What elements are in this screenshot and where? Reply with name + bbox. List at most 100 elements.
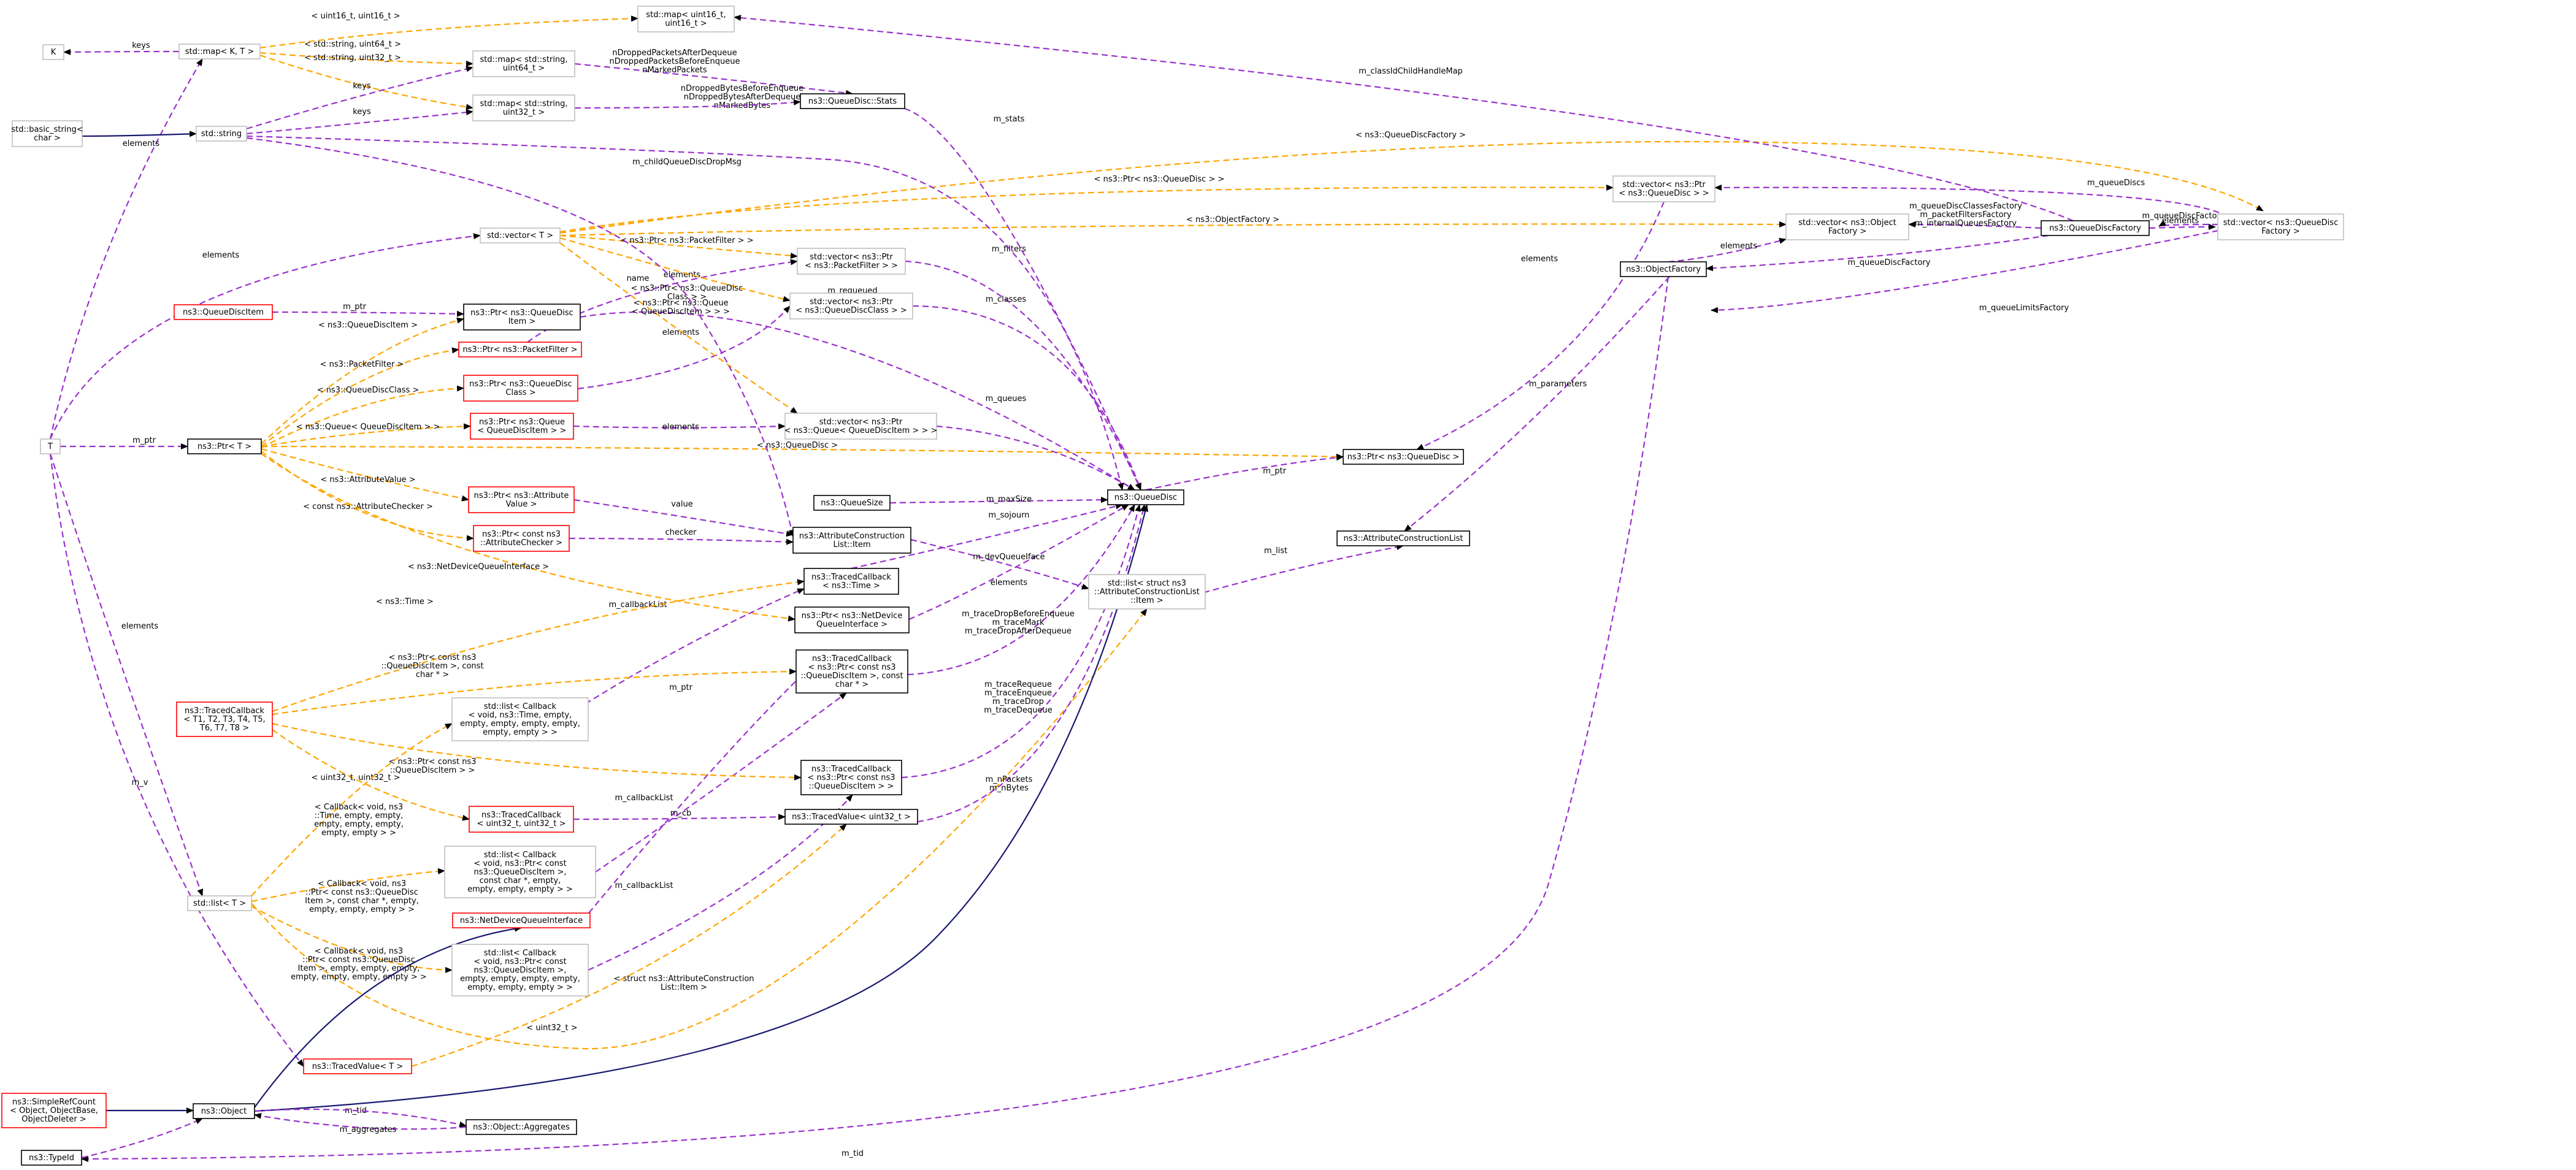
edge-T-to-mapkt bbox=[49, 58, 203, 440]
edge-label: value bbox=[671, 500, 693, 509]
node-vpqdc[interactable]: std::vector< ns3::Ptr< ns3::QueueDiscCla… bbox=[789, 292, 913, 319]
edge-label: ::Ptr< const ns3::QueueDisc bbox=[302, 955, 415, 965]
edge-pqdc-to-vpqdc bbox=[577, 305, 791, 390]
node-tvu32[interactable]: ns3::TracedValue< uint32_t > bbox=[784, 809, 918, 825]
node-label: ns3::QueueDisc::Stats bbox=[808, 97, 897, 106]
node-label: ns3::Ptr< ns3::QueueDisc > bbox=[1347, 453, 1460, 462]
node-pqdc[interactable]: ns3::Ptr< ns3::QueueDiscClass > bbox=[463, 375, 578, 402]
node-pqdi[interactable]: ns3::Ptr< ns3::QueueDiscItem > bbox=[463, 304, 581, 331]
edge-label: < ns3::QueueDiscFactory > bbox=[1355, 131, 1466, 140]
node-bstr[interactable]: std::basic_string<char > bbox=[11, 120, 83, 147]
node-label: Value > bbox=[506, 500, 537, 509]
node-label: std::list< T > bbox=[193, 899, 246, 908]
edge-label: keys bbox=[353, 82, 371, 91]
node-label: ns3::Ptr< ns3::Queue bbox=[479, 418, 565, 427]
node-label: ns3::TracedCallback bbox=[481, 811, 561, 820]
node-label: uint16_t > bbox=[665, 19, 707, 28]
node-vT[interactable]: std::vector< T > bbox=[480, 228, 561, 243]
node-label: ns3::QueueDiscFactory bbox=[2049, 224, 2141, 233]
edge-label: m_list bbox=[1264, 546, 1287, 556]
node-pq[interactable]: ns3::Ptr< ns3::Queue< QueueDiscItem > > bbox=[470, 413, 574, 440]
node-maps32[interactable]: std::map< std::string,uint32_t > bbox=[472, 94, 575, 121]
node-tctime[interactable]: ns3::TracedCallback< ns3::Time > bbox=[803, 568, 899, 595]
edge-label: < ns3::QueueDiscClass > bbox=[317, 386, 420, 395]
node-mapu16[interactable]: std::map< uint16_t,uint16_t > bbox=[637, 6, 735, 32]
edge-vT-to-vof bbox=[559, 221, 1787, 237]
node-label: ns3::TracedValue< T > bbox=[312, 1062, 403, 1071]
node-label: ns3::SimpleRefCount bbox=[12, 1098, 96, 1107]
node-lcbpq[interactable]: std::list< Callback< void, ns3::Ptr< con… bbox=[451, 944, 589, 996]
edge-tid-to-of bbox=[81, 276, 1669, 1162]
edge-label: < ns3::NetDeviceQueueInterface > bbox=[408, 562, 549, 572]
node-tvT[interactable]: ns3::TracedValue< T > bbox=[303, 1058, 412, 1074]
node-label: < void, ns3::Ptr< const bbox=[473, 859, 566, 868]
node-acl[interactable]: ns3::AttributeConstructionList bbox=[1336, 530, 1470, 546]
edge-label: m_stats bbox=[994, 115, 1025, 124]
edge-label: m_maxSize bbox=[986, 495, 1032, 504]
node-str[interactable]: std::string bbox=[196, 126, 247, 142]
node-label: ::QueueDiscItem >, const bbox=[800, 671, 903, 681]
node-ptrT[interactable]: ns3::Ptr< T > bbox=[187, 438, 262, 454]
node-mapkt[interactable]: std::map< K, T > bbox=[178, 44, 261, 59]
node-obj[interactable]: ns3::Object bbox=[193, 1103, 255, 1119]
edge-str-to-maps64 bbox=[246, 66, 473, 130]
node-vpq[interactable]: std::vector< ns3::Ptr< ns3::Queue< Queue… bbox=[784, 413, 938, 440]
edge-T-to-tvT bbox=[49, 453, 304, 1067]
node-pndqi[interactable]: ns3::Ptr< ns3::NetDeviceQueueInterface > bbox=[794, 606, 910, 633]
edge-label: < std::string, uint32_t > bbox=[304, 53, 401, 63]
node-tc8[interactable]: ns3::TracedCallback< T1, T2, T3, T4, T5,… bbox=[176, 702, 273, 737]
edge-label: < ns3::Ptr< ns3::QueueDisc > > bbox=[1094, 175, 1225, 184]
node-tid[interactable]: ns3::TypeId bbox=[21, 1150, 82, 1166]
node-ndqi[interactable]: ns3::NetDeviceQueueInterface bbox=[452, 912, 591, 928]
node-acli[interactable]: ns3::AttributeConstructionList::Item bbox=[792, 527, 911, 554]
edge-label: nDroppedBytesAfterDequeue bbox=[684, 93, 800, 102]
node-pac[interactable]: ns3::Ptr< const ns3::AttributeChecker > bbox=[473, 525, 570, 552]
node-vpqd[interactable]: std::vector< ns3::Ptr< ns3::QueueDisc > … bbox=[1612, 175, 1715, 202]
collaboration-diagram: m_queueDiscs m_queueDiscFactory m_queueLim… bbox=[1, 6, 2344, 1166]
node-label: empty, empty, empty > > bbox=[467, 983, 573, 992]
node-pqd[interactable]: ns3::Ptr< ns3::QueueDisc > bbox=[1343, 449, 1464, 465]
edge-label: m_queueDiscs bbox=[2087, 178, 2145, 188]
node-label: std::vector< ns3::Ptr bbox=[1622, 180, 1706, 189]
node-stats[interactable]: ns3::QueueDisc::Stats bbox=[800, 93, 905, 109]
node-tcpq3[interactable]: ns3::TracedCallback< ns3::Ptr< const ns3… bbox=[795, 649, 908, 694]
node-pav[interactable]: ns3::Ptr< ns3::AttributeValue > bbox=[468, 486, 575, 513]
edge-label: < ns3::Ptr< const ns3 bbox=[389, 653, 477, 662]
node-label: std::map< uint16_t, bbox=[646, 10, 726, 20]
node-qdf[interactable]: ns3::QueueDiscFactory bbox=[2041, 220, 2150, 236]
node-qsize[interactable]: ns3::QueueSize bbox=[813, 495, 891, 511]
edge-label: m_queueDiscClassesFactory bbox=[1909, 202, 2022, 211]
edge-label: m_ptr bbox=[1263, 467, 1287, 476]
node-qd[interactable]: ns3::QueueDisc bbox=[1107, 489, 1184, 505]
node-lcbtime[interactable]: std::list< Callback< void, ns3::Time, em… bbox=[451, 697, 589, 741]
node-label: QueueInterface > bbox=[816, 620, 887, 629]
edge-label: < ns3::AttributeValue > bbox=[320, 475, 415, 484]
node-lcbpq3[interactable]: std::list< Callback< void, ns3::Ptr< con… bbox=[444, 846, 596, 898]
node-tcpq[interactable]: ns3::TracedCallback< ns3::Ptr< const ns3… bbox=[800, 760, 902, 795]
node-lacli[interactable]: std::list< struct ns3::AttributeConstruc… bbox=[1088, 574, 1206, 610]
edge-label: m_traceEnqueue bbox=[984, 689, 1052, 698]
edge-label: empty, empty, empty > > bbox=[309, 905, 415, 914]
node-of[interactable]: ns3::ObjectFactory bbox=[1620, 261, 1707, 277]
node-label: empty, empty > > bbox=[483, 728, 558, 737]
node-vof[interactable]: std::vector< ns3::ObjectFactory > bbox=[1785, 213, 1909, 240]
node-label: const char *, empty, bbox=[480, 876, 561, 885]
edge-vpq-to-qd bbox=[936, 425, 1135, 491]
node-label: ObjectDeleter > bbox=[21, 1115, 86, 1124]
node-vqdf[interactable]: std::vector< ns3::QueueDiscFactory > bbox=[2217, 213, 2344, 240]
node-tcu32[interactable]: ns3::TracedCallback< uint32_t, uint32_t … bbox=[469, 806, 574, 833]
node-ppf[interactable]: ns3::Ptr< ns3::PacketFilter > bbox=[458, 342, 582, 358]
node-vppf[interactable]: std::vector< ns3::Ptr< ns3::PacketFilter… bbox=[797, 248, 906, 275]
edge-label: m_traceDequeue bbox=[984, 706, 1052, 715]
edge-vpqdc-to-qd bbox=[912, 305, 1142, 491]
edge-ndqi-to-pndqi bbox=[588, 649, 829, 914]
node-K[interactable]: K bbox=[42, 44, 64, 60]
node-qdi[interactable]: ns3::QueueDiscItem bbox=[174, 304, 273, 320]
edge-label: m_queueLimitsFactory bbox=[1979, 304, 2069, 313]
edge-label: m_nPackets bbox=[986, 775, 1033, 784]
node-src[interactable]: ns3::SimpleRefCount< Object, ObjectBase,… bbox=[1, 1093, 107, 1128]
node-maps64[interactable]: std::map< std::string,uint64_t > bbox=[472, 50, 575, 77]
node-agg[interactable]: ns3::Object::Aggregates bbox=[466, 1119, 577, 1135]
node-listT[interactable]: std::list< T > bbox=[187, 895, 252, 911]
node-T[interactable]: T bbox=[40, 438, 61, 454]
